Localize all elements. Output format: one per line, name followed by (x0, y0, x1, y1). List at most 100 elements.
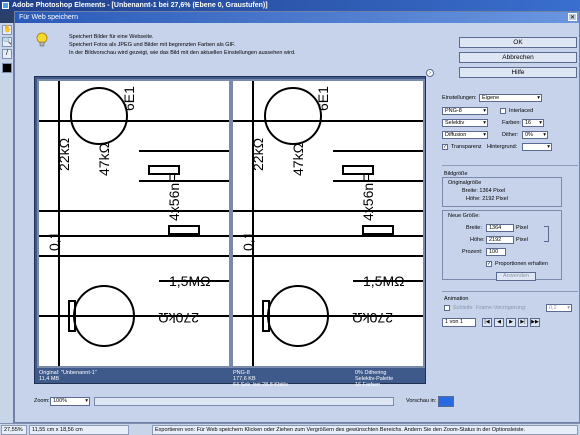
info-line-3: In der Bildvorschau wird gezeigt, wie da… (69, 50, 296, 56)
schematic-label: 0,1 (240, 231, 256, 251)
optimized-colors: 16 Farben (355, 382, 381, 388)
dialog-title-bar: Für Web speichern ✕ (15, 12, 579, 23)
next-frame-icon[interactable]: ▶| (518, 318, 528, 327)
lightbulb-icon (36, 32, 48, 47)
interlaced-label: Interlaced (509, 108, 534, 114)
original-preview[interactable]: 6E1 22kΩ 47kΩ 4x56nF 0,1 1,5MΩ 270kΩ (37, 79, 231, 368)
ok-button[interactable]: OK (459, 37, 577, 48)
status-bar: 27,55% 11,55 cm x 18,56 cm Exportieren v… (0, 423, 580, 435)
colors-label: Farben: (502, 120, 521, 126)
close-icon[interactable]: ✕ (568, 13, 577, 21)
width-label: Breite: (466, 225, 482, 231)
hand-tool-icon[interactable]: ✋ (2, 25, 12, 35)
percent-label: Prozent: (462, 249, 483, 255)
zoom-tool-icon[interactable]: 🔍 (2, 37, 12, 47)
percent-input[interactable]: 100 (486, 248, 506, 256)
help-button[interactable]: Hilfe (459, 67, 577, 78)
constrain-label: Proportionen erhalten (495, 261, 548, 267)
divider (442, 291, 578, 292)
schematic-label: 270kΩ (352, 310, 393, 326)
dither-type-select[interactable]: Diffusion (442, 131, 488, 139)
new-size-label: Neue Größe: (448, 213, 480, 219)
frame-delay-label: Frame-Verzögerung: (476, 305, 527, 311)
loop-checkbox[interactable] (444, 305, 450, 311)
height-unit: Pixel (516, 237, 528, 243)
schematic-label: 22kΩ (56, 138, 72, 171)
divider (442, 165, 578, 166)
schematic-label: 4x56nF (360, 174, 376, 221)
optimized-info-2: 0% Dithering Selektiv-Palette 16 Farben (355, 370, 393, 388)
original-info: Original: "Unbenannt-1" 11,4 MB (39, 370, 97, 382)
first-frame-icon[interactable]: |◀ (482, 318, 492, 327)
schematic-label: 270kΩ (158, 310, 199, 326)
schematic-label: 6E1 (315, 86, 331, 111)
schematic-label: 6E1 (121, 86, 137, 111)
chain-link-icon (544, 226, 549, 242)
width-unit: Pixel (516, 225, 528, 231)
schematic-label: 0,1 (46, 231, 62, 251)
format-select[interactable]: PNG-8 (442, 107, 488, 115)
apply-button[interactable]: Anwenden (496, 272, 536, 281)
height-input[interactable]: 2192 (486, 236, 514, 244)
height-label: Höhe: (470, 237, 485, 243)
eyedropper-tool-icon[interactable]: / (2, 49, 12, 59)
horizontal-scrollbar[interactable] (94, 397, 394, 406)
schematic-label: 1,5MΩ (169, 273, 211, 289)
schematic-label: 4x56nF (166, 174, 182, 221)
zoom-label: Zoom: (34, 398, 50, 404)
original-height: Höhe: 2192 Pixel (466, 196, 508, 202)
transparency-label: Transparenz (451, 144, 482, 150)
interlaced-checkbox[interactable] (500, 108, 506, 114)
app-title: Adobe Photoshop Elements - [Unbenannt-1 … (12, 2, 268, 9)
document-size: 11,55 cm x 18,56 cm (29, 425, 129, 435)
dialog-title: Für Web speichern (19, 14, 79, 21)
original-size: 11,4 MB (39, 376, 60, 382)
animation-heading: Animation (444, 296, 469, 302)
browser-icon[interactable] (438, 396, 454, 407)
optimized-download-time: 64 Sek. bei 28,8 Kbit/s (233, 382, 289, 388)
app-icon (2, 2, 9, 9)
schematic-image-optimized: 6E1 22kΩ 47kΩ 4x56nF 0,1 1,5MΩ 270kΩ (233, 81, 423, 366)
dither-label: Dither: (502, 132, 519, 138)
color-swatch[interactable] (2, 63, 12, 73)
zoom-status: 27,55% (1, 425, 27, 435)
settings-label: Einstellungen: (442, 95, 477, 101)
original-width: Breite: 1364 Pixel (462, 188, 506, 194)
zoom-select[interactable]: 100% (50, 397, 90, 406)
frame-delay-select[interactable]: 0,2 (546, 304, 572, 312)
preset-select[interactable]: Eigene (479, 94, 542, 102)
bottom-bar: Zoom: 100% Vorschau in: (34, 396, 574, 408)
schematic-image-original: 6E1 22kΩ 47kΩ 4x56nF 0,1 1,5MΩ 270kΩ (39, 81, 229, 366)
original-size-label: Originalgröße (448, 180, 482, 186)
constrain-checkbox[interactable]: ✓ (486, 261, 492, 267)
palette-select[interactable]: Selektiv (442, 119, 488, 127)
previous-frame-icon[interactable]: ◀ (494, 318, 504, 327)
frame-counter: 1 von 1 (442, 318, 476, 327)
play-icon[interactable]: ▶ (506, 318, 516, 327)
info-line-1: Speichert Bilder für eine Webseite. (69, 34, 154, 40)
matte-label: Hintergrund: (487, 144, 518, 150)
transparency-checkbox[interactable]: ✓ (442, 144, 448, 150)
schematic-label: 47kΩ (96, 143, 112, 176)
schematic-label: 22kΩ (250, 138, 266, 171)
width-input[interactable]: 1364 (486, 224, 514, 232)
info-panel: Speichert Bilder für eine Webseite. Spei… (35, 32, 435, 72)
schematic-label: 1,5MΩ (363, 273, 405, 289)
status-hint: Exportieren von: Für Web speichern Klick… (152, 425, 578, 435)
last-frame-icon[interactable]: ▶▶ (530, 318, 540, 327)
optimized-preview[interactable]: 6E1 22kΩ 47kΩ 4x56nF 0,1 1,5MΩ 270kΩ (231, 79, 425, 368)
cancel-button[interactable]: Abbrechen (459, 52, 577, 63)
new-size-group (442, 210, 562, 280)
settings-menu-icon[interactable]: › (426, 69, 434, 77)
info-line-2: Speichert Fotos als JPEG und Bilder mit … (69, 42, 236, 48)
app-title-bar: Adobe Photoshop Elements - [Unbenannt-1 … (0, 0, 580, 11)
preview-in-label: Vorschau in: (406, 398, 437, 404)
save-for-web-dialog: Für Web speichern ✕ Speichert Bilder für… (14, 11, 580, 423)
matte-select[interactable] (522, 143, 552, 151)
dither-amount-select[interactable]: 0% (522, 131, 548, 139)
settings-panel: Einstellungen: Eigene PNG-8 Interlaced S… (442, 94, 578, 395)
optimized-info: PNG-8 177,6 KB 64 Sek. bei 28,8 Kbit/s (233, 370, 288, 388)
loop-label: Schleife (453, 305, 473, 311)
colors-select[interactable]: 16 (522, 119, 544, 127)
schematic-label: 47kΩ (290, 143, 306, 176)
